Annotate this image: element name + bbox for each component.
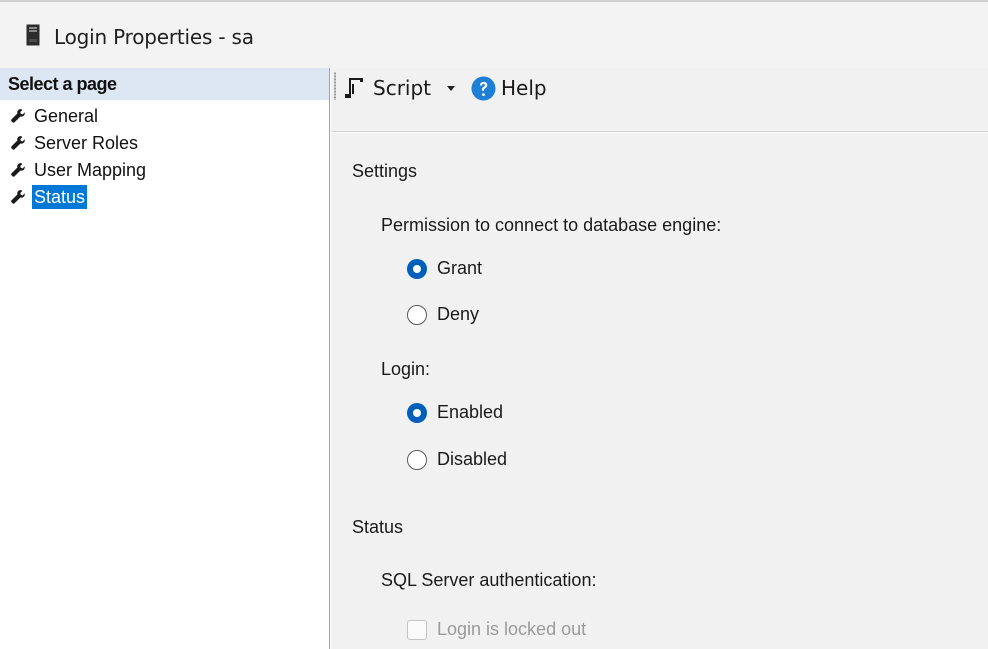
select-page-title: Select a page — [8, 74, 117, 94]
script-button[interactable]: Script — [343, 72, 456, 104]
radio-selected-icon[interactable] — [407, 402, 427, 423]
page-list: General Server Roles User Mapping Status — [0, 102, 329, 210]
deny-radio[interactable]: Deny — [407, 304, 479, 325]
select-page-header: Select a page — [0, 68, 329, 100]
wrench-icon — [11, 108, 25, 123]
disabled-label: Disabled — [437, 449, 508, 469]
script-icon — [345, 78, 363, 98]
page-item-label: Status — [32, 184, 88, 209]
settings-section-title: Settings — [352, 161, 418, 181]
page-item-status[interactable]: Status — [0, 183, 329, 210]
disabled-radio[interactable]: Disabled — [407, 449, 507, 470]
status-section-title: Status — [352, 517, 404, 537]
page-selector-pane: Select a page General Server Roles User … — [0, 68, 330, 649]
script-dropdown-arrow-icon[interactable] — [447, 85, 456, 91]
enabled-radio[interactable]: Enabled — [407, 402, 503, 423]
server-icon — [26, 24, 40, 46]
help-icon — [471, 76, 496, 100]
title-bar: Login Properties - sa — [0, 2, 988, 68]
enabled-label: Enabled — [437, 402, 504, 422]
window-title: Login Properties - sa — [54, 25, 254, 49]
deny-label: Deny — [437, 304, 480, 324]
page-item-general[interactable]: General — [0, 102, 329, 129]
script-label: Script — [373, 76, 432, 100]
toolbar-grip[interactable] — [334, 72, 336, 100]
help-label: Help — [501, 76, 547, 100]
locked-out-label: Login is locked out — [437, 619, 587, 639]
page-item-label: Server Roles — [34, 132, 139, 153]
status-page-content: Settings Permission to connect to databa… — [331, 133, 988, 649]
login-label: Login: — [381, 359, 431, 379]
locked-out-checkbox: Login is locked out — [407, 619, 586, 640]
permission-label: Permission to connect to database engine… — [381, 215, 722, 235]
radio-unselected-icon[interactable] — [407, 449, 427, 470]
wrench-icon — [11, 189, 25, 204]
wrench-icon — [11, 135, 25, 150]
page-item-server-roles[interactable]: Server Roles — [0, 129, 329, 156]
checkbox-box — [407, 619, 427, 640]
grant-label: Grant — [437, 258, 483, 278]
toolbar: Script Help — [331, 68, 988, 132]
page-item-label: User Mapping — [34, 159, 147, 180]
grant-radio[interactable]: Grant — [407, 258, 482, 279]
sql-auth-label: SQL Server authentication: — [381, 570, 597, 590]
radio-selected-icon[interactable] — [407, 258, 427, 279]
login-properties-window: Login Properties - sa Select a page Gene… — [0, 0, 988, 649]
radio-unselected-icon[interactable] — [407, 304, 427, 325]
wrench-icon — [11, 162, 25, 177]
page-item-user-mapping[interactable]: User Mapping — [0, 156, 329, 183]
page-item-label: General — [34, 105, 99, 126]
help-button[interactable]: Help — [471, 72, 547, 104]
